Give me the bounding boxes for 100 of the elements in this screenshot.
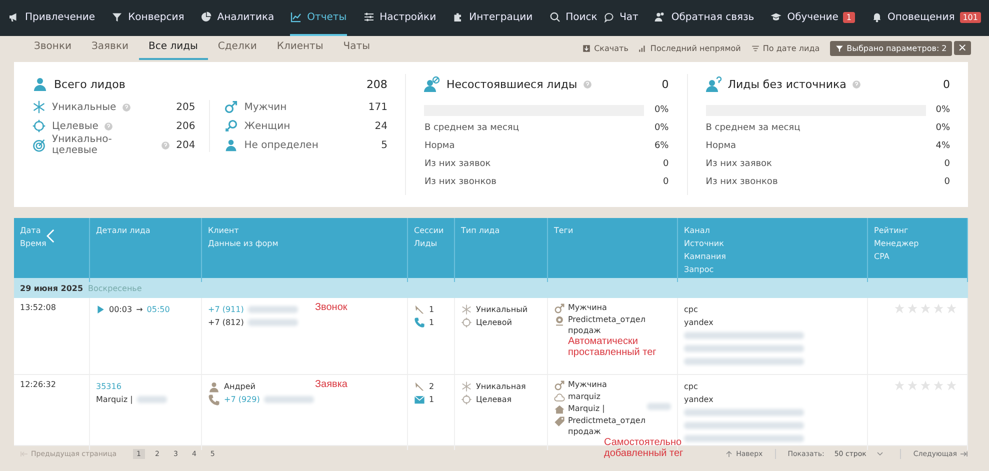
session-count: 2 [429,382,434,391]
stat-value: 0 [662,177,669,187]
channel-text: yandex [684,317,714,329]
crosshair-icon [32,119,46,133]
search-icon [548,11,561,23]
person-blocked-icon [424,76,440,92]
tab[interactable]: Звонки [24,36,82,60]
envelope-icon [414,394,425,405]
nav-item[interactable]: Обучение 1 [770,0,855,36]
tab[interactable]: Все лиды [138,36,208,60]
pie-chart-icon [200,11,212,23]
arrow-left-bar-icon [20,450,28,458]
toolbar-link[interactable]: Последний непрямой [638,44,741,52]
group-date: 29 июня 2025 [20,284,84,292]
star-rating[interactable] [894,380,957,391]
channel-text: cpc [684,381,699,393]
filter-icon [834,44,844,52]
session-count: 1 [429,318,434,327]
tab[interactable]: Заявки [82,36,138,60]
count-badge: 101 [960,12,981,22]
asterisk-icon [461,381,472,392]
annotation-label: Автоматически проставленный тег [568,336,658,358]
toolbar-link[interactable]: Скачать [582,44,628,52]
crosshair-icon [461,394,472,405]
nav-item[interactable]: Оповещения 101 [870,0,981,36]
column-header: Детали лида [96,225,150,237]
stat-label: Целевые [52,120,98,132]
count-badge: 1 [843,12,855,22]
asterisk-icon [32,100,46,114]
phone-link[interactable]: +7 (929) [224,395,260,404]
nav-item[interactable]: Отчеты [290,0,347,36]
stat-value: 0% [936,123,950,133]
tab[interactable]: Сделки [208,36,267,60]
stat-label: В среднем за месяц [424,123,519,133]
channel-text: cpc [684,304,699,316]
column-header: Рейтинг [874,225,908,237]
phone-link[interactable]: +7 (911) [208,305,244,314]
stat-label: В среднем за месяц [706,123,800,133]
bell-icon [870,11,883,23]
stat-value: 0 [662,159,669,169]
male-sign-icon [554,380,565,391]
lead-type: Уникальная [476,382,526,391]
stat-label: Уникальные [52,102,116,112]
stat-value: 5 [381,140,388,150]
stat-value: 0 [944,177,950,187]
panel-title: Несостоявшиеся лиды [446,78,578,90]
star-icon [907,380,918,391]
toolbar-link[interactable]: По дате лида [750,44,820,52]
female-sign-icon [224,119,238,133]
sliders-icon [362,11,375,23]
nav-item[interactable]: Настройки [362,0,436,36]
filter-button[interactable]: Выбрано параметров: 2 [830,40,952,56]
stat-label: Уникально-целевые [52,134,113,156]
star-icon [907,303,918,314]
star-icon [946,380,957,391]
annotation-label: Заявка [315,379,348,390]
nav-item[interactable]: Конверсия [111,0,184,36]
column-header: Тип лида [461,225,500,237]
star-icon [920,303,931,314]
star-icon [933,380,944,391]
speech-bubble-icon [602,11,615,23]
stat-label: Не определен [244,140,318,150]
funnel-icon [111,11,124,23]
star-rating[interactable] [894,303,957,314]
time-text: 13:52:08 [20,303,57,312]
nav-item[interactable]: Привлечение [8,0,96,36]
column-header: Данные из форм [208,238,278,250]
tab[interactable]: Клиенты [266,36,334,60]
column-header: Время [20,238,46,250]
house-icon [554,404,565,415]
column-header: Теги [554,225,574,237]
stat-value: 24 [374,120,388,132]
column-header: Менеджер [874,238,919,250]
close-button[interactable]: × [954,41,971,55]
session-count: 1 [429,395,434,404]
stat-value: 0 [944,159,950,169]
tag-text: marquiz [568,391,602,402]
tag-text: Мужчина [568,379,608,390]
tab[interactable]: Чаты [333,36,380,60]
phone-text: +7 (812) [208,318,244,327]
target-icon [32,138,46,152]
nav-item[interactable]: Поиск [548,0,598,36]
line-chart-icon [290,11,302,23]
download-icon [582,44,592,52]
column-header: Запрос [684,264,714,276]
tag-icon [554,416,565,427]
nav-item[interactable]: Интеграции [452,0,533,36]
person-icon [32,76,48,92]
stat-label: Из них звонков [706,177,778,187]
panel-value: 0 [662,78,669,90]
annotation-label: Самостоятельно добавленный тег [604,437,684,459]
stat-label: Из них заявок [706,159,772,169]
nav-item[interactable]: Чат [602,0,638,36]
cloud-icon [554,392,565,403]
bar-chart-icon [638,44,648,52]
stat-value: 204 [176,140,196,150]
play-icon[interactable] [96,304,105,315]
nav-item[interactable]: Аналитика [200,0,274,36]
panel-value: 0 [943,78,950,90]
nav-item[interactable]: Обратная связь [654,0,754,36]
